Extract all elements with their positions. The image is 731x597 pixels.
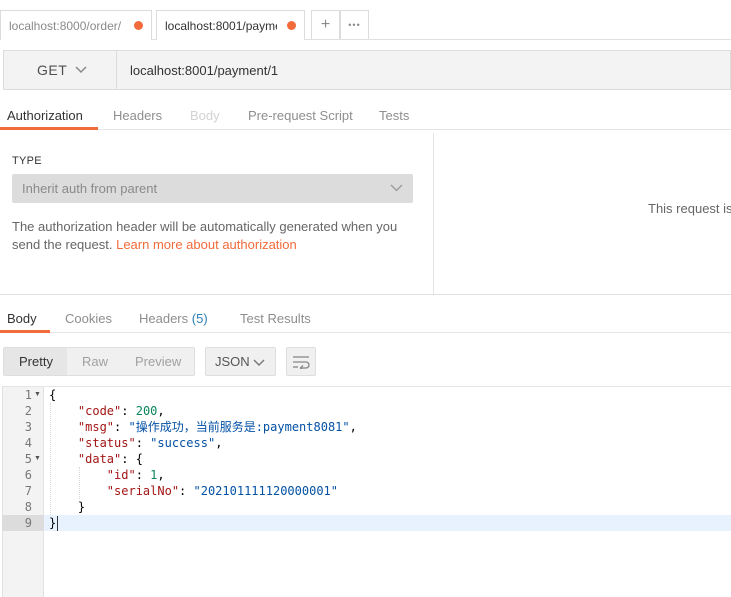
tab-headers[interactable]: Headers xyxy=(113,100,162,130)
request-tab-label: localhost:8000/order/ xyxy=(9,18,122,33)
auth-type-label: TYPE xyxy=(12,155,42,167)
tab-authorization[interactable]: Authorization xyxy=(7,100,83,130)
format-value: JSON xyxy=(215,354,250,369)
more-dots-icon: ••• xyxy=(348,20,361,30)
url-text: localhost:8001/payment/1 xyxy=(130,62,279,78)
line-number: 8 xyxy=(24,500,32,514)
tab-body[interactable]: Body xyxy=(190,100,220,130)
plus-icon: + xyxy=(320,16,331,33)
auth-right-note: This request is xyxy=(648,201,731,216)
line-number: 3 xyxy=(24,420,32,434)
line-number: 9 xyxy=(24,516,32,530)
tab-test-results[interactable]: Test Results xyxy=(240,303,311,333)
request-options-tabs: Authorization Headers Body Pre-request S… xyxy=(0,100,731,130)
code-line: } xyxy=(49,516,57,530)
tab-pre-request-script[interactable]: Pre-request Script xyxy=(248,100,353,130)
code-line: "code": 200, xyxy=(77,404,165,418)
code-line: "id": 1, xyxy=(106,468,165,482)
method-select[interactable]: GET xyxy=(3,50,117,90)
url-bar: GET localhost:8001/payment/1 xyxy=(0,50,731,90)
url-input[interactable]: localhost:8001/payment/1 xyxy=(117,50,731,90)
view-preview-button[interactable]: Preview xyxy=(135,348,181,375)
response-body-editor[interactable]: 1 ▼ 2 3 4 5 ▼ 6 7 8 9 { "code": 200, "ms… xyxy=(2,386,731,597)
more-tabs-button[interactable]: ••• xyxy=(340,10,369,39)
tab-cookies[interactable]: Cookies xyxy=(65,303,112,333)
auth-description: The authorization header will be automat… xyxy=(12,218,412,254)
active-tab-underline xyxy=(0,127,98,130)
chevron-down-icon xyxy=(75,66,87,74)
response-tabs: Body Cookies Headers (5) Test Results xyxy=(0,303,731,333)
section-divider xyxy=(0,294,731,295)
fold-arrow-icon[interactable]: ▼ xyxy=(34,387,41,403)
tab-response-headers[interactable]: Headers (5) xyxy=(139,303,208,333)
code-line: "msg": "操作成功，当前服务是:payment8081", xyxy=(77,420,357,434)
request-tab-order[interactable]: localhost:8000/order/ xyxy=(0,10,152,40)
tab-response-headers-label: Headers xyxy=(139,310,189,326)
code-line: "data": { xyxy=(77,452,143,466)
line-number: 1 xyxy=(24,388,32,402)
request-tab-strip: localhost:8000/order/ localhost:8001/pay… xyxy=(0,0,731,40)
view-pretty-button[interactable]: Pretty xyxy=(19,348,53,375)
auth-type-select[interactable]: Inherit auth from parent xyxy=(12,174,413,203)
active-tab-underline xyxy=(0,330,50,333)
learn-more-auth-link[interactable]: Learn more about authorization xyxy=(116,237,297,252)
line-number: 2 xyxy=(24,404,32,418)
wrap-lines-button[interactable] xyxy=(286,347,316,376)
chevron-down-icon xyxy=(253,359,265,366)
unsaved-dot-icon xyxy=(287,21,296,30)
new-tab-button[interactable]: + xyxy=(311,10,340,39)
chevron-down-icon xyxy=(390,184,403,192)
pane-divider xyxy=(433,133,434,294)
headers-count-badge: (5) xyxy=(191,310,208,326)
tab-tests[interactable]: Tests xyxy=(379,100,409,130)
code-line: } xyxy=(77,500,86,514)
code-line: "serialNo": "202101111120000001" xyxy=(106,484,338,498)
wrap-lines-icon xyxy=(293,355,310,369)
line-number: 7 xyxy=(24,484,32,498)
format-select[interactable]: JSON xyxy=(205,347,276,376)
auth-panel xyxy=(0,133,433,294)
code-line: { xyxy=(49,388,57,402)
unsaved-dot-icon xyxy=(134,21,143,30)
tab-response-body[interactable]: Body xyxy=(7,303,37,333)
auth-type-value: Inherit auth from parent xyxy=(22,181,158,196)
line-number: 4 xyxy=(24,436,32,450)
fold-arrow-icon[interactable]: ▼ xyxy=(34,451,41,467)
line-number: 6 xyxy=(24,468,32,482)
code-line: "status": "success", xyxy=(77,436,223,450)
active-line-highlight xyxy=(2,515,731,531)
line-number: 5 xyxy=(24,452,32,466)
view-raw-button[interactable]: Raw xyxy=(82,348,108,375)
view-mode-toggle: Pretty Raw Preview xyxy=(3,347,195,376)
request-tab-label: localhost:8001/payme xyxy=(165,18,277,33)
request-tab-payment[interactable]: localhost:8001/payme xyxy=(156,10,305,40)
text-cursor xyxy=(57,516,58,531)
method-label: GET xyxy=(37,62,68,78)
